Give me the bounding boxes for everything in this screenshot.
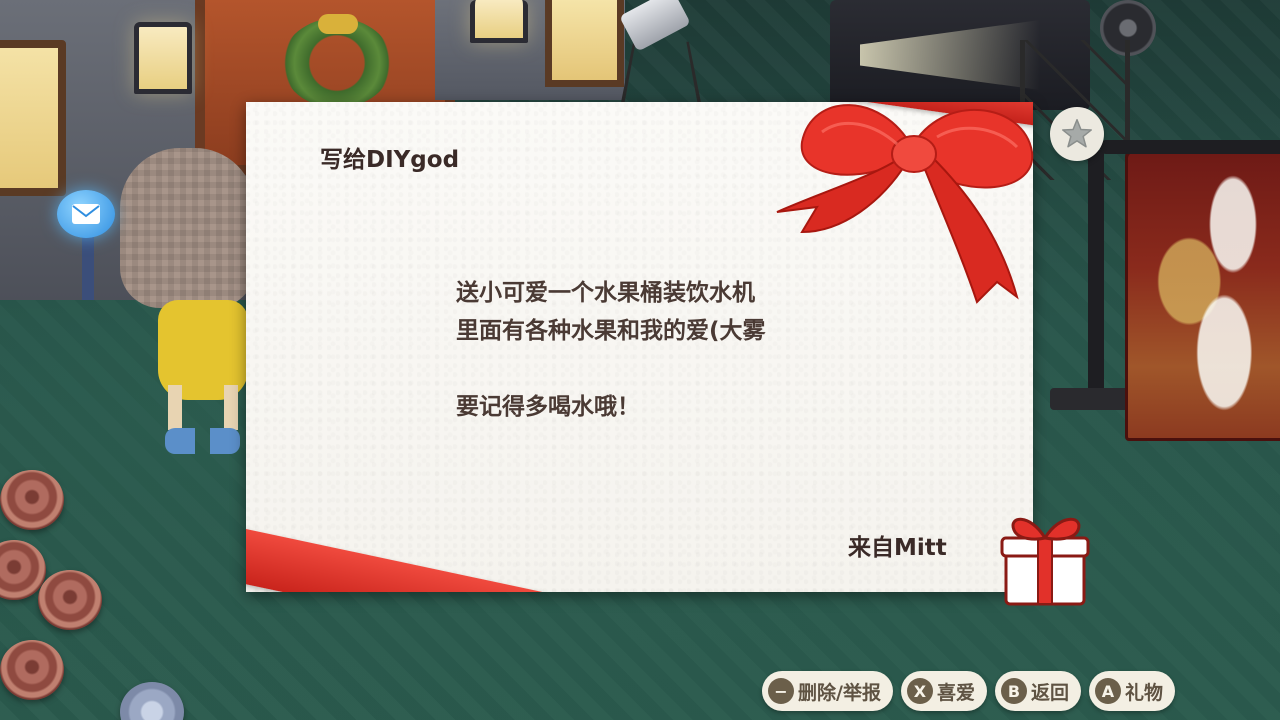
x-key-icon: X: [906, 678, 933, 704]
kimono-rack-post: [1088, 150, 1104, 410]
gift-label: 礼物: [1124, 681, 1163, 704]
letter-line: 送小可爱一个水果桶装饮水机: [456, 280, 755, 306]
star-icon: [1050, 107, 1104, 161]
lantern: [470, 0, 528, 43]
back-label: 返回: [1030, 681, 1069, 704]
delete-report-label: 删除/举报: [798, 681, 881, 704]
control-button-bar: − 删除/举报 X 喜爱 B 返回 A 礼物: [762, 671, 1175, 711]
letter-line: [456, 350, 766, 388]
kimono-rack-base: [1050, 388, 1130, 410]
b-key-icon: B: [1000, 678, 1027, 704]
delete-report-button[interactable]: − 删除/举报: [762, 671, 893, 711]
letter-line: 里面有各种水果和我的爱(大雾: [456, 318, 766, 344]
a-key-icon: A: [1094, 678, 1121, 704]
villager-hat: [120, 148, 255, 308]
lantern: [134, 22, 192, 94]
letter-body: 送小可爱一个水果桶装饮水机 里面有各种水果和我的爱(大雾 要记得多喝水哦！: [456, 274, 766, 426]
house-window: [0, 40, 66, 196]
back-button[interactable]: B 返回: [994, 671, 1081, 711]
envelope-icon: [57, 190, 115, 238]
rose-flower: [0, 470, 64, 530]
kimono-display: [1125, 150, 1280, 441]
rose-flower: [38, 570, 102, 630]
ribbon-bow: [776, 104, 1034, 304]
rose-flower: [0, 640, 64, 700]
favorite-label: 喜爱: [936, 681, 975, 704]
star-shape: [1062, 119, 1092, 148]
ribbon-bottom: [246, 512, 910, 592]
letter-recipient: 写给DIYgod: [320, 147, 460, 173]
wreath-bow: [318, 14, 358, 34]
house-window-right: [545, 0, 624, 87]
minus-key-icon: −: [768, 678, 794, 704]
gift-button[interactable]: A 礼物: [1088, 671, 1175, 711]
letter-line: 要记得多喝水哦！: [456, 394, 640, 420]
gift-box-icon[interactable]: [1000, 508, 1090, 608]
letter-sender: 来自Mitt: [848, 535, 947, 561]
favorite-button[interactable]: X 喜爱: [900, 671, 987, 711]
game-scene: 写给DIYgod 送小可爱一个水果桶装饮水机 里面有各种水果和我的爱(大雾 要记…: [0, 0, 1280, 720]
envelope-shape: [72, 204, 100, 224]
villager-shoes: [165, 428, 240, 454]
villager-legs: [168, 385, 238, 430]
telescope-tripod: [620, 41, 702, 105]
kimono-rack-bar: [1100, 140, 1280, 154]
mailbox-post: [82, 230, 94, 300]
rose-flower: [120, 682, 184, 720]
